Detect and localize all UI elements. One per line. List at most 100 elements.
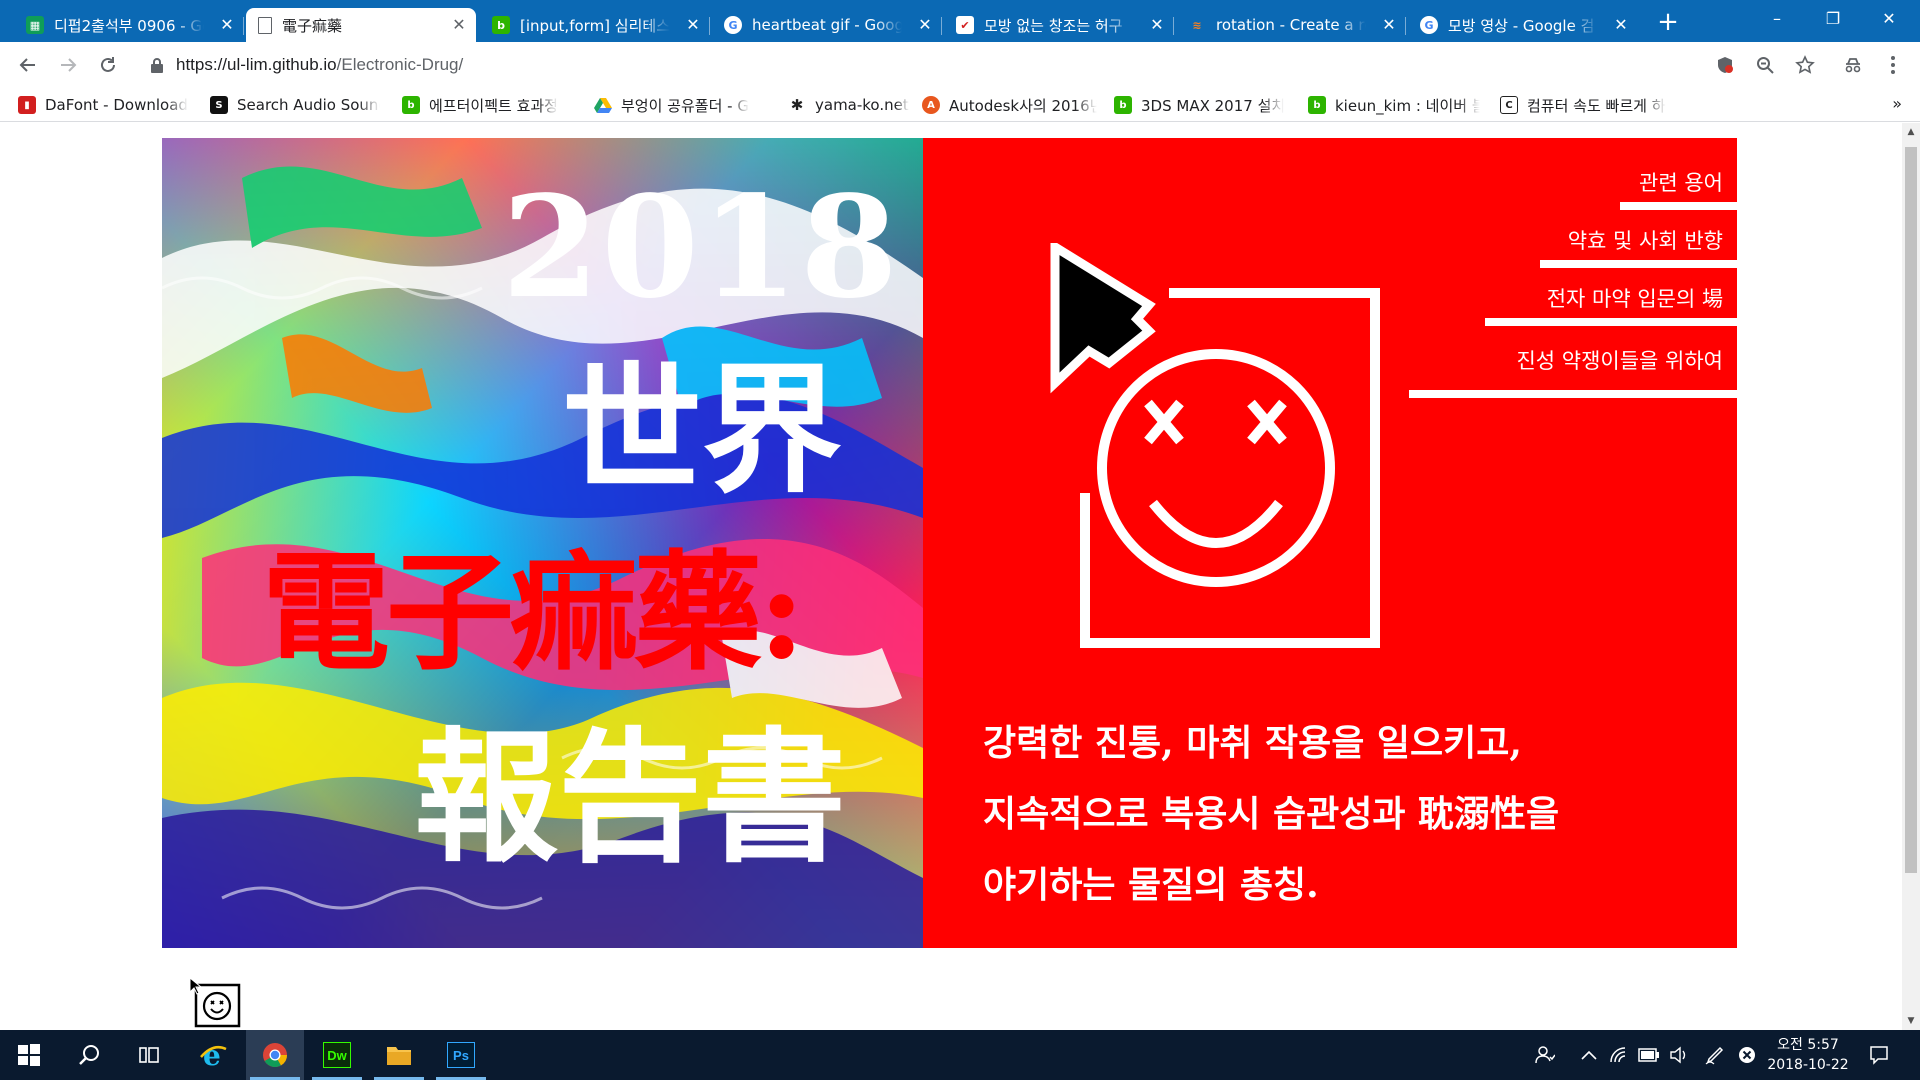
- star-bookmark-icon[interactable]: [1792, 52, 1818, 78]
- bookmarks-bar: ▮ DaFont - Download S Search Audio Sound…: [0, 88, 1920, 122]
- new-tab-button[interactable]: +: [1654, 8, 1682, 36]
- address-bar[interactable]: https://ul-lim.github.io/Electronic-Drug…: [142, 48, 1782, 82]
- dreamweaver-icon[interactable]: Dw: [308, 1030, 366, 1080]
- zoom-icon[interactable]: [1752, 52, 1778, 78]
- tab-title: 모방 없는 창조는 허구: [984, 16, 1123, 35]
- bookmark-3dsmax[interactable]: b 3DS MAX 2017 설치: [1114, 94, 1284, 116]
- menu-addicts[interactable]: 진성 약쟁이들을 위하여: [1472, 336, 1737, 384]
- bookmark-kieun[interactable]: b kieun_kim : 네이버 블: [1308, 94, 1480, 116]
- tab-separator: [1405, 17, 1406, 35]
- chrome-icon[interactable]: [246, 1030, 304, 1080]
- xx-smiley-cursor-logo-icon: [1050, 243, 1380, 648]
- bookmark-label: kieun_kim : 네이버 블: [1335, 96, 1480, 115]
- tab-rotation[interactable]: ≋ rotation - Create a rot ✕: [1176, 8, 1406, 42]
- svg-text:e: e: [203, 1041, 221, 1069]
- menu-intro[interactable]: 전자 마약 입문의 場: [1485, 278, 1737, 326]
- reload-button[interactable]: [94, 51, 122, 79]
- drive-icon: [594, 98, 612, 113]
- restore-button[interactable]: ❐: [1810, 0, 1856, 38]
- windows-taskbar: e Dw Ps 오전 5:57 2018-10-22: [0, 1030, 1920, 1080]
- naver-blog-icon: b: [492, 16, 510, 34]
- url-path: /Electronic-Drug/: [336, 55, 464, 74]
- google-icon: G: [1420, 16, 1438, 34]
- internet-explorer-icon[interactable]: e: [184, 1030, 242, 1080]
- wifi-icon[interactable]: [1608, 1044, 1630, 1066]
- close-tab-icon[interactable]: ✕: [1612, 16, 1630, 34]
- definition-line: 지속적으로 복용시 습관성과 耽溺性을: [983, 793, 1560, 835]
- menu-label: 전자 마약 입문의 場: [1546, 287, 1723, 311]
- scroll-down-arrow-icon[interactable]: ▼: [1906, 1016, 1916, 1026]
- close-tab-icon[interactable]: ✕: [218, 16, 236, 34]
- menu-label: 약효 및 사회 반향: [1567, 229, 1723, 253]
- red-panel: 관련 용어 약효 및 사회 반향 전자 마약 입문의 場 진성 약쟁이들을 위하…: [923, 138, 1737, 948]
- file-explorer-icon[interactable]: [370, 1030, 428, 1080]
- page-viewport: 2018 世界 報告書 관련 용어 약효 및 사회 반향 전자 마약 입문의 場…: [0, 123, 1920, 1030]
- close-tab-icon[interactable]: ✕: [916, 16, 934, 34]
- forward-button[interactable]: [54, 51, 82, 79]
- tab-input-form[interactable]: b [input,form] 심리테스트 ✕: [480, 8, 710, 42]
- incognito-extension-icon[interactable]: [1840, 52, 1866, 78]
- google-icon: G: [724, 16, 742, 34]
- battery-icon[interactable]: [1638, 1044, 1660, 1066]
- bookmark-dafont[interactable]: ▮ DaFont - Download: [18, 94, 188, 116]
- task-view-icon[interactable]: [120, 1030, 178, 1080]
- minimize-button[interactable]: –: [1754, 0, 1800, 38]
- tab-active[interactable]: 電子痲藥 ✕: [246, 8, 476, 42]
- bookmark-autodesk[interactable]: A Autodesk사의 2016년: [922, 94, 1097, 116]
- menu-terms[interactable]: 관련 용어: [1620, 162, 1737, 210]
- blocked-icon[interactable]: [1736, 1044, 1758, 1066]
- tab-sheets[interactable]: ▦ 디펍2출석부 0906 - Goog ✕: [14, 8, 244, 42]
- bookmark-speed[interactable]: C 컴퓨터 속도 빠르게 하: [1500, 94, 1675, 116]
- headline-report: 報告書: [414, 713, 847, 882]
- bookmark-yamako[interactable]: ✱ yama-ko.net: [788, 94, 938, 116]
- page-scrollbar[interactable]: ▲ ▼: [1902, 123, 1920, 1030]
- tab-strip: ▦ 디펍2출석부 0906 - Goog ✕ 電子痲藥 ✕ b [input,f…: [0, 0, 1920, 42]
- bookmark-audio[interactable]: S Search Audio Sound: [210, 94, 380, 116]
- bookmark-label: DaFont - Download: [45, 96, 188, 114]
- tab-separator: [941, 17, 942, 35]
- menu-effects[interactable]: 약효 및 사회 반향: [1540, 220, 1737, 268]
- photoshop-icon[interactable]: Ps: [432, 1030, 490, 1080]
- action-center-icon[interactable]: [1868, 1044, 1890, 1066]
- browser-toolbar: https://ul-lim.github.io/Electronic-Drug…: [0, 42, 1920, 88]
- start-icon[interactable]: [0, 1030, 58, 1080]
- close-tab-icon[interactable]: ✕: [450, 16, 468, 34]
- more-bookmarks-button[interactable]: »: [1892, 94, 1902, 113]
- mini-smiley-logo-icon[interactable]: [190, 978, 242, 1028]
- chevron-up-icon[interactable]: [1578, 1044, 1600, 1066]
- menu-kebab-icon[interactable]: [1880, 52, 1906, 78]
- search-icon[interactable]: [60, 1030, 118, 1080]
- volume-icon[interactable]: [1668, 1044, 1690, 1066]
- definition-line: 야기하는 물질의 총칭.: [983, 864, 1319, 906]
- bookmark-label: Search Audio Sound: [237, 96, 380, 114]
- close-tab-icon[interactable]: ✕: [684, 16, 702, 34]
- sheets-icon: ▦: [26, 16, 44, 34]
- scroll-up-arrow-icon[interactable]: ▲: [1906, 127, 1916, 137]
- url-text: https://ul-lim.github.io/Electronic-Drug…: [176, 55, 463, 75]
- headline-drug: 電子痲藥:: [262, 538, 805, 688]
- tab-title: 모방 영상 - Google 검: [1448, 16, 1595, 35]
- tab-imitation-video[interactable]: G 모방 영상 - Google 검 ✕: [1408, 8, 1638, 42]
- back-button[interactable]: [14, 51, 42, 79]
- scrollbar-thumb[interactable]: [1905, 147, 1917, 873]
- bookmark-aftereffects[interactable]: b 에프터이펙트 효과정: [402, 94, 572, 116]
- tab-heartbeat[interactable]: G heartbeat gif - Google ✕: [712, 8, 942, 42]
- tab-title: heartbeat gif - Google: [752, 16, 902, 34]
- tab-title: 電子痲藥: [282, 16, 343, 35]
- extension-blocker-icon[interactable]: [1712, 52, 1738, 78]
- close-tab-icon[interactable]: ✕: [1148, 16, 1166, 34]
- close-tab-icon[interactable]: ✕: [1380, 16, 1398, 34]
- s-icon: S: [210, 96, 228, 114]
- system-clock[interactable]: 오전 5:57 2018-10-22: [1760, 1035, 1856, 1075]
- close-window-button[interactable]: ✕: [1866, 0, 1912, 38]
- definition-line: 강력한 진통, 마취 작용을 일으키고,: [983, 722, 1522, 764]
- hero-banner: 2018 世界 報告書 관련 용어 약효 및 사회 반향 전자 마약 입문의 場…: [162, 138, 1737, 948]
- bookmark-drive[interactable]: 부엉이 공유폴더 - G: [594, 94, 764, 116]
- tab-imitation[interactable]: ✔ 모방 없는 창조는 허구 ✕: [944, 8, 1174, 42]
- yamako-icon: ✱: [788, 96, 806, 114]
- tab-title: 디펍2출석부 0906 - Goog: [54, 16, 204, 35]
- pen-ink-icon[interactable]: [1704, 1044, 1726, 1066]
- dafont-icon: ▮: [18, 96, 36, 114]
- people-icon[interactable]: [1534, 1044, 1556, 1066]
- bookmark-label: 3DS MAX 2017 설치: [1141, 96, 1284, 115]
